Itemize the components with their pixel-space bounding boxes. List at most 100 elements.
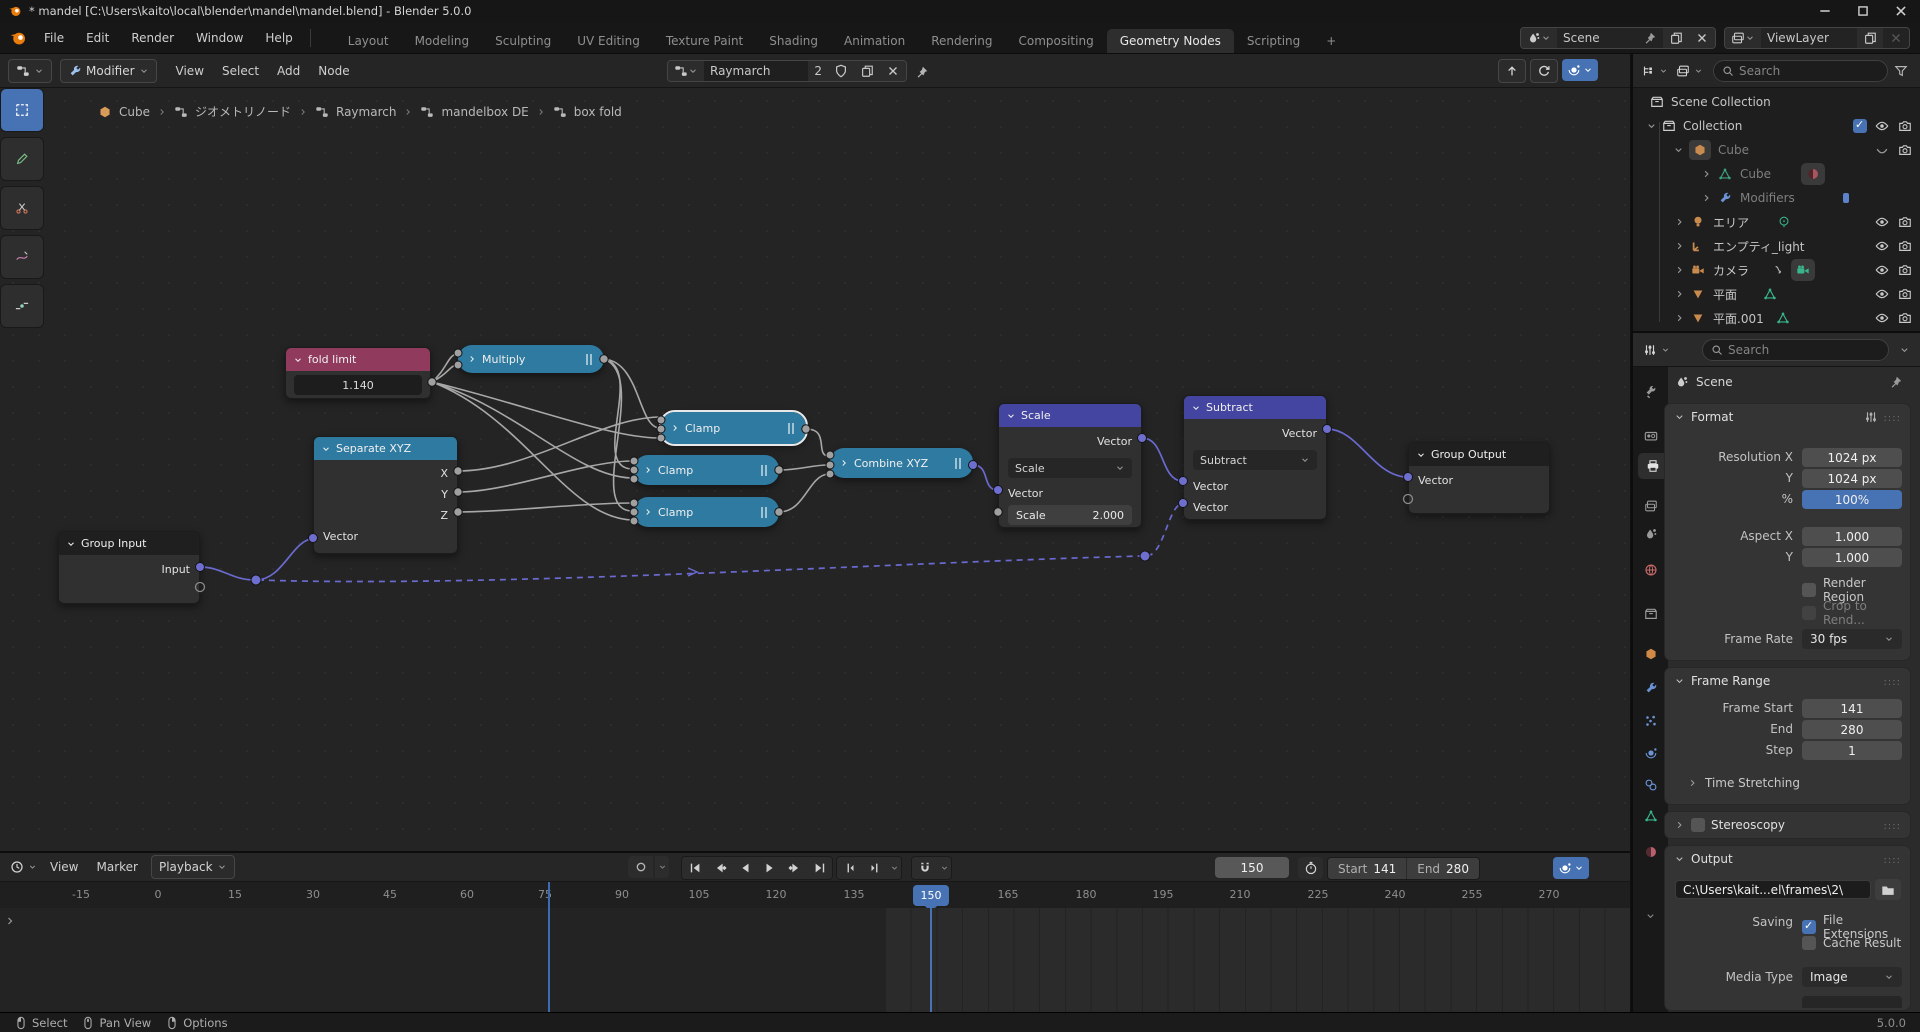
current-frame-field[interactable]: 150 (1215, 857, 1289, 878)
add-workspace-button[interactable]: + (1313, 29, 1349, 53)
media-type-dropdown[interactable]: Image (1802, 967, 1902, 987)
close-button[interactable] (1882, 0, 1920, 22)
socket[interactable] (454, 349, 462, 357)
expand-icon[interactable] (1674, 239, 1685, 253)
eye-icon[interactable] (1875, 119, 1889, 133)
tab-collection[interactable] (1637, 601, 1664, 627)
tab-scripting[interactable]: Scripting (1234, 29, 1313, 53)
previous-keyframe-button[interactable] (707, 857, 732, 879)
tab-uv-editing[interactable]: UV Editing (564, 29, 653, 53)
camera-visibility-icon[interactable] (1898, 311, 1912, 325)
menu-add[interactable]: Add (268, 64, 309, 78)
tab-shading[interactable]: Shading (756, 29, 831, 53)
aspect-y-field[interactable]: 1.000 (1802, 548, 1902, 567)
node-group-copy-button[interactable] (854, 61, 880, 81)
eye-icon[interactable] (1875, 239, 1889, 253)
pin-id-icon[interactable] (1889, 375, 1903, 389)
subpanel-title[interactable]: Time Stretching (1705, 776, 1800, 790)
pin-toggle[interactable] (915, 64, 929, 79)
outliner-search[interactable] (1713, 60, 1888, 82)
resolution-x-field[interactable]: 1024 px (1802, 448, 1902, 467)
scene-new-button[interactable] (1663, 28, 1689, 48)
expand-icon[interactable] (1674, 311, 1685, 325)
tab-texture-paint[interactable]: Texture Paint (653, 29, 756, 53)
socket-vector[interactable] (309, 534, 318, 543)
expand-icon[interactable] (1674, 818, 1685, 832)
jump-to-start-button[interactable] (682, 857, 707, 879)
use-preview-range-toggle[interactable] (1298, 857, 1323, 879)
socket[interactable] (657, 434, 665, 442)
tabs-overflow-chevron[interactable] (1637, 903, 1664, 929)
eye-icon[interactable] (1875, 311, 1889, 325)
go-to-parent-button[interactable] (1498, 59, 1526, 83)
outliner-row-scene-collection[interactable]: Scene Collection (1633, 90, 1920, 114)
frame-end-field[interactable]: 280 (1802, 720, 1902, 739)
crop-to-render-checkbox[interactable] (1802, 606, 1816, 620)
menu-view[interactable]: View (167, 64, 213, 78)
socket[interactable] (826, 470, 834, 478)
tab-animation[interactable]: Animation (831, 29, 918, 53)
socket[interactable] (630, 457, 638, 465)
auto-keying-toggle[interactable] (628, 856, 653, 878)
socket[interactable] (657, 425, 665, 433)
eye-icon[interactable] (1875, 215, 1889, 229)
start-frame-field[interactable]: Start141 (1328, 858, 1406, 879)
viewlayer-name[interactable]: ViewLayer (1761, 28, 1857, 48)
timeline-menu-playback[interactable]: Playback (151, 855, 235, 879)
playhead-badge[interactable]: 150 (913, 885, 949, 906)
blender-menu-icon[interactable] (9, 29, 27, 47)
outliner-row-plane-001[interactable]: 平面.001 (1633, 306, 1920, 330)
socket[interactable] (826, 451, 834, 459)
file-extensions-checkbox[interactable] (1802, 920, 1816, 934)
socket[interactable] (454, 361, 462, 369)
reroute-node[interactable] (251, 575, 261, 585)
channel-expand-icon[interactable] (4, 914, 16, 928)
snap-dropdown[interactable] (937, 857, 951, 879)
drag-handle-icon[interactable] (1884, 410, 1901, 424)
menu-file[interactable]: File (33, 22, 75, 53)
tab-render[interactable] (1637, 423, 1664, 449)
render-region-checkbox[interactable] (1802, 583, 1816, 597)
camera-visibility-icon[interactable] (1898, 215, 1912, 229)
tab-particles[interactable] (1637, 708, 1664, 734)
browse-folder-button[interactable] (1875, 879, 1901, 900)
maximize-button[interactable] (1844, 0, 1882, 22)
timeline-editor-type-button[interactable] (6, 855, 41, 879)
scene-browse-button[interactable] (1521, 28, 1557, 48)
camera-visibility-icon[interactable] (1898, 143, 1912, 157)
menu-node[interactable]: Node (309, 64, 358, 78)
camera-visibility-icon[interactable] (1898, 239, 1912, 253)
collapse-icon[interactable] (1673, 143, 1684, 157)
socket[interactable] (994, 508, 1002, 516)
tab-object[interactable] (1637, 641, 1664, 667)
reroute-node[interactable] (1140, 551, 1150, 561)
refresh-node-tree-button[interactable] (1530, 59, 1558, 83)
collection-checkbox[interactable] (1853, 119, 1867, 133)
format-presets-icon[interactable] (1864, 410, 1878, 424)
outliner-row-cube-mesh[interactable]: Cube (1633, 162, 1920, 186)
fake-user-shield-icon[interactable] (828, 61, 854, 81)
tab-modifiers[interactable] (1637, 675, 1664, 701)
viewlayer-browse-button[interactable] (1725, 28, 1761, 48)
node-group-browse-button[interactable] (668, 61, 704, 81)
cache-result-checkbox[interactable] (1802, 936, 1816, 950)
socket[interactable] (826, 461, 834, 469)
socket-vector[interactable] (1179, 499, 1188, 508)
menu-help[interactable]: Help (254, 22, 303, 53)
socket-vector[interactable] (1179, 477, 1188, 486)
tab-tool[interactable] (1637, 379, 1664, 405)
eye-icon[interactable] (1875, 287, 1889, 301)
eye-icon[interactable] (1875, 263, 1889, 277)
outliner-editor-type-button[interactable] (1637, 59, 1672, 83)
drag-handle-icon[interactable] (1884, 818, 1901, 832)
socket[interactable] (600, 355, 608, 363)
resolution-percent-slider[interactable]: 100% (1802, 490, 1902, 509)
socket-vector[interactable] (1404, 473, 1413, 482)
socket-vector[interactable] (1138, 434, 1147, 443)
node-editor-canvas[interactable]: Cube ジオメトリノード Raymarch mandelbox DE box … (0, 88, 1630, 851)
drag-handle-icon[interactable] (1884, 852, 1901, 866)
tab-object-data[interactable] (1637, 803, 1664, 829)
menu-edit[interactable]: Edit (75, 22, 120, 53)
viewlayer-remove-button[interactable] (1883, 28, 1909, 48)
tab-sculpting[interactable]: Sculpting (482, 29, 564, 53)
